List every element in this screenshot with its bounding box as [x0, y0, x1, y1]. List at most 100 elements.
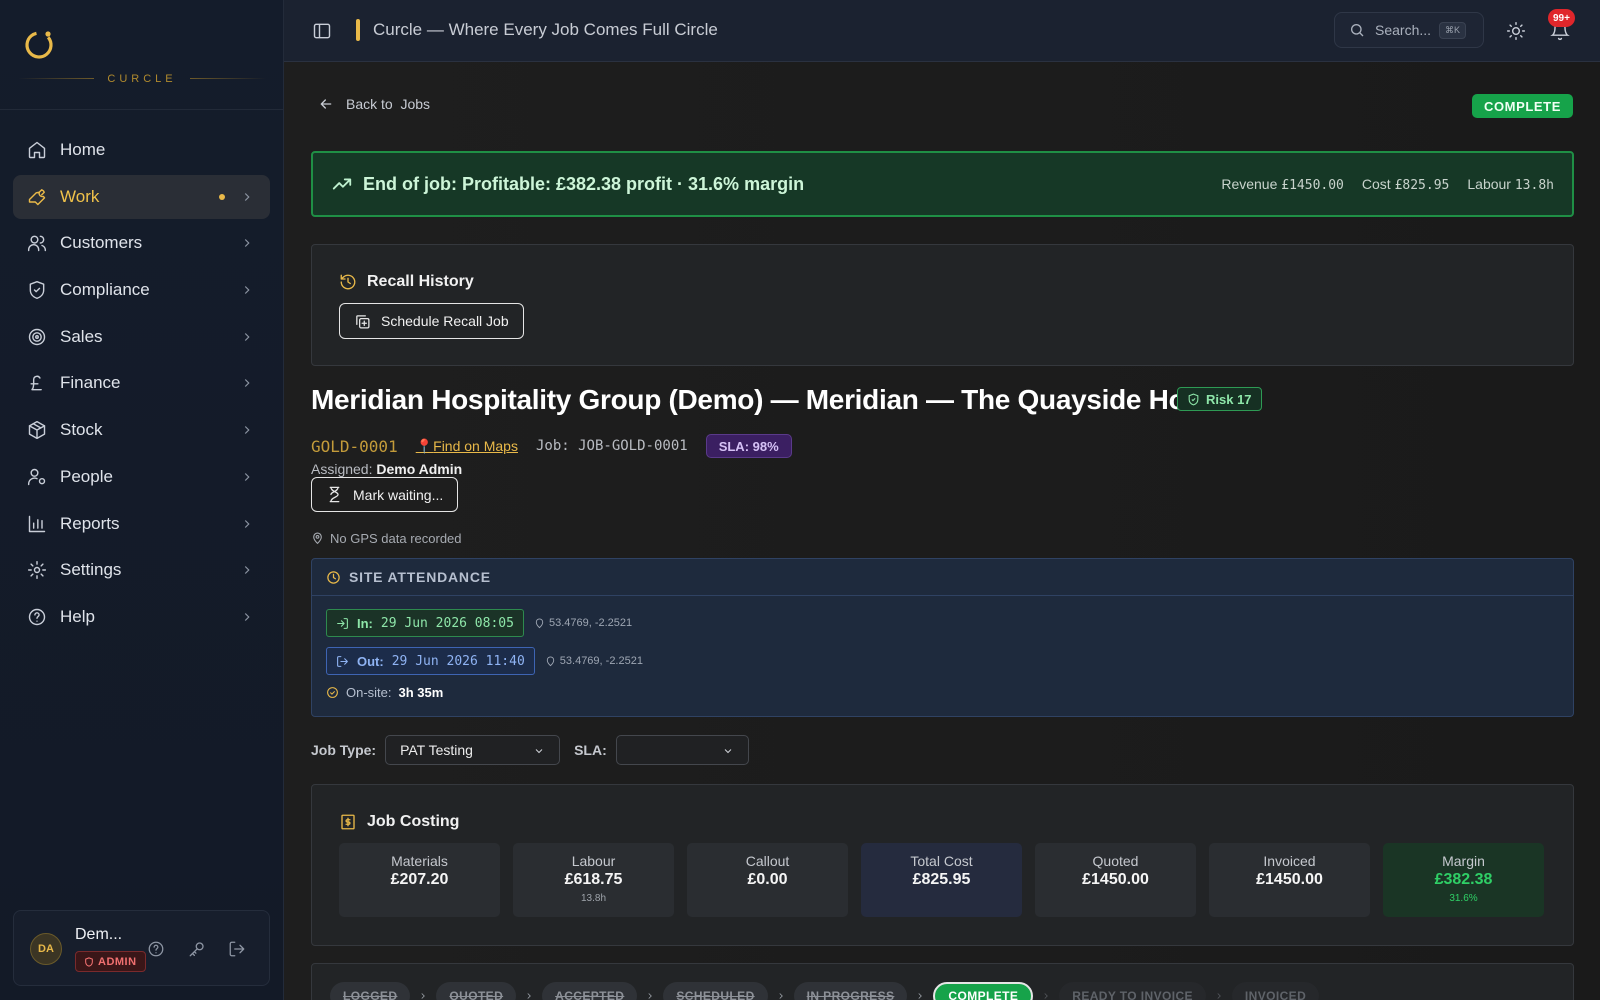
- help-icon[interactable]: [147, 940, 165, 958]
- cost-card-total: Total Cost £825.95: [861, 843, 1022, 917]
- cost-card-labour: Labour £618.75 13.8h: [513, 843, 674, 917]
- sla-select[interactable]: [615, 735, 749, 765]
- cost-card-quoted: Quoted £1450.00: [1035, 843, 1196, 917]
- sidebar-item-sales[interactable]: Sales: [13, 315, 270, 359]
- receipt-icon: [341, 814, 355, 830]
- find-on-maps-link[interactable]: 📍Find on Maps: [416, 438, 518, 455]
- sidebar-item-label: Reports: [60, 513, 120, 533]
- sidebar: CURCLE Home Work Customers Compliance Sa…: [0, 0, 284, 1000]
- recall-title: Recall History: [367, 273, 474, 290]
- copy-plus-icon: [356, 314, 370, 329]
- log-out-icon: [337, 655, 348, 667]
- sidebar-item-help[interactable]: Help: [13, 595, 270, 639]
- step-ready-to-invoice[interactable]: READY TO INVOICE: [1059, 982, 1206, 1000]
- onsite-duration: On-site: 3h 35m: [326, 685, 443, 700]
- sidebar-item-people[interactable]: People: [13, 455, 270, 499]
- sidebar-item-stock[interactable]: Stock: [13, 408, 270, 452]
- notification-badge: 99+: [1548, 9, 1575, 27]
- step-in-progress[interactable]: IN PROGRESS: [793, 982, 908, 1000]
- check-in-chip: In: 29 Jun 2026 08:05: [326, 609, 524, 637]
- profit-summary: End of job: Profitable: £382.38 profit ·…: [363, 173, 805, 194]
- panel-heading: Recall History: [339, 273, 474, 291]
- sidebar-item-home[interactable]: Home: [13, 128, 270, 172]
- target-icon: [27, 327, 47, 347]
- history-icon: [340, 274, 356, 290]
- job-status-pipeline: LOGGED QUOTED ACCEPTED SCHEDULED IN PROG…: [311, 963, 1574, 1000]
- hourglass-icon: [329, 486, 340, 503]
- chevron-right-icon: [907, 991, 933, 1000]
- step-accepted[interactable]: ACCEPTED: [542, 982, 638, 1000]
- step-logged[interactable]: LOGGED: [330, 982, 411, 1000]
- user-name: Dem...: [75, 926, 123, 943]
- recall-history-panel: Recall History Schedule Recall Job: [311, 244, 1574, 366]
- user-card[interactable]: DA Dem... ADMIN: [13, 910, 270, 986]
- chevron-right-icon: [1033, 991, 1059, 1000]
- step-quoted[interactable]: QUOTED: [436, 982, 517, 1000]
- cost-card-invoiced: Invoiced £1450.00: [1209, 843, 1370, 917]
- profit-banner: End of job: Profitable: £382.38 profit ·…: [311, 151, 1574, 217]
- sidebar-item-reports[interactable]: Reports: [13, 502, 270, 546]
- pound-icon: [27, 373, 47, 393]
- search-icon: [1351, 24, 1364, 37]
- sidebar-item-label: Compliance: [60, 280, 150, 300]
- button-label: Schedule Recall Job: [381, 313, 509, 329]
- wrench-icon: [27, 187, 47, 207]
- step-invoiced[interactable]: INVOICED: [1231, 982, 1320, 1000]
- chevron-right-icon: [240, 422, 254, 436]
- labour-stat: Labour 13.8h: [1467, 176, 1554, 193]
- curcle-logo-icon[interactable]: [22, 27, 56, 61]
- cost-card-materials: Materials £207.20: [339, 843, 500, 917]
- back-prefix: Back to: [346, 96, 393, 112]
- sun-icon[interactable]: [1506, 21, 1526, 41]
- chevron-right-icon: [516, 991, 542, 1000]
- schedule-recall-button[interactable]: Schedule Recall Job: [339, 303, 524, 339]
- active-indicator-dot: [219, 193, 225, 200]
- button-label: Mark waiting...: [353, 486, 444, 503]
- sidebar-item-customers[interactable]: Customers: [13, 221, 270, 265]
- profit-stats: Revenue £1450.00 Cost £825.95 Labour 13.…: [1221, 176, 1554, 193]
- assigned-to: Assigned: Demo Admin: [311, 461, 463, 477]
- logout-icon[interactable]: [228, 940, 246, 958]
- sidebar-toggle-icon[interactable]: [312, 21, 332, 41]
- chevron-right-icon: [240, 235, 254, 249]
- home-icon: [27, 140, 47, 160]
- cost-card-margin: Margin £382.38 31.6%: [1383, 843, 1544, 917]
- search-shortcut: ⌘K: [1439, 21, 1467, 39]
- cost-card-callout: Callout £0.00: [687, 843, 848, 917]
- bar-chart-icon: [27, 514, 47, 534]
- check-in-row: In: 29 Jun 2026 08:05 53.4769, -2.2521: [326, 609, 632, 637]
- sidebar-item-compliance[interactable]: Compliance: [13, 268, 270, 312]
- mark-waiting-button[interactable]: Mark waiting...: [311, 477, 459, 512]
- check-in-coordinates: 53.4769, -2.2521: [534, 617, 632, 629]
- main-nav: Home Work Customers Compliance Sales Fin…: [13, 128, 270, 642]
- chevron-down-icon: [535, 749, 543, 754]
- sidebar-item-label: Work: [60, 186, 100, 206]
- revenue-stat: Revenue £1450.00: [1221, 176, 1344, 193]
- panel-heading: Job Costing: [339, 813, 459, 831]
- title-accent-bar: [356, 19, 360, 41]
- chevron-right-icon: [768, 991, 794, 1000]
- step-complete[interactable]: COMPLETE: [933, 982, 1034, 1000]
- job-costing-panel: Job Costing Materials £207.20 Labour £61…: [311, 784, 1574, 946]
- gear-icon: [27, 560, 47, 580]
- back-link[interactable]: Back to Jobs: [318, 96, 430, 112]
- assigned-name: Demo Admin: [376, 461, 463, 477]
- gps-status: No GPS data recorded: [311, 531, 462, 546]
- job-type-select[interactable]: PAT Testing: [385, 735, 561, 765]
- avatar[interactable]: DA: [30, 933, 62, 965]
- sidebar-item-finance[interactable]: Finance: [13, 361, 270, 405]
- step-scheduled[interactable]: SCHEDULED: [663, 982, 768, 1000]
- check-circle-icon: [327, 687, 338, 698]
- check-out-time: 29 Jun 2026 11:40: [391, 653, 525, 669]
- sidebar-item-settings[interactable]: Settings: [13, 548, 270, 592]
- job-detail: Back to Jobs COMPLETE End of job: Profit…: [284, 62, 1600, 1000]
- app-title: Curcle — Where Every Job Comes Full Circ…: [373, 20, 718, 39]
- role-badge: ADMIN: [75, 951, 146, 972]
- user-cog-icon: [27, 467, 47, 487]
- sidebar-item-work[interactable]: Work: [13, 174, 270, 219]
- sidebar-item-label: Home: [60, 140, 106, 159]
- key-icon[interactable]: [188, 940, 206, 958]
- search-button[interactable]: Search... ⌘K: [1334, 12, 1484, 48]
- map-pin-icon: [535, 618, 544, 628]
- chevron-right-icon: [240, 375, 254, 389]
